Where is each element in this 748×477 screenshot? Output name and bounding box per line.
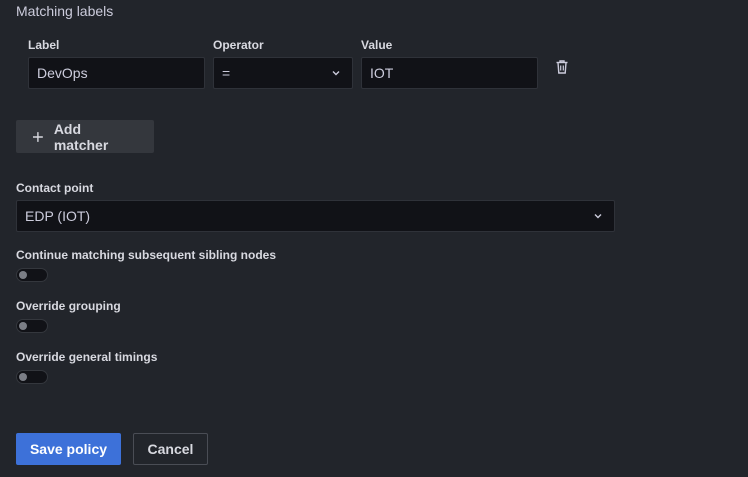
add-matcher-button[interactable]: Add matcher <box>16 120 154 153</box>
matcher-label-input[interactable]: DevOps <box>28 57 205 89</box>
save-policy-label: Save policy <box>29 441 108 457</box>
add-matcher-label: Add matcher <box>53 120 109 153</box>
contact-point-value: EDP (IOT) <box>25 208 91 224</box>
delete-matcher-button[interactable] <box>555 59 569 80</box>
section-title-matching-labels: Matching labels <box>16 3 114 19</box>
continue-matching-toggle[interactable] <box>16 268 48 282</box>
toggle-label-continue-matching: Continue matching subsequent sibling nod… <box>16 248 277 262</box>
contact-point-select[interactable]: EDP (IOT) <box>16 200 615 232</box>
cancel-button[interactable]: Cancel <box>133 433 208 465</box>
cancel-label: Cancel <box>147 441 194 457</box>
toggle-label-override-grouping: Override grouping <box>16 299 121 313</box>
matcher-label-text: DevOps <box>37 65 88 81</box>
column-label-operator: Operator <box>213 38 264 52</box>
save-policy-button[interactable]: Save policy <box>16 433 121 465</box>
matcher-operator-select[interactable]: = <box>213 57 353 89</box>
chevron-down-icon <box>594 214 602 219</box>
column-label-label: Label <box>28 38 60 52</box>
matcher-value-text: IOT <box>370 65 394 81</box>
chevron-down-icon <box>332 71 340 76</box>
trash-icon <box>556 60 568 74</box>
plus-icon <box>32 131 43 142</box>
toggle-knob <box>19 322 27 330</box>
contact-point-label: Contact point <box>16 181 94 195</box>
toggle-label-override-timings: Override general timings <box>16 350 158 364</box>
matcher-operator-text: = <box>222 65 231 81</box>
toggle-knob <box>19 271 27 279</box>
toggle-knob <box>19 373 27 381</box>
matcher-value-input[interactable]: IOT <box>361 57 538 89</box>
column-label-value: Value <box>361 38 393 52</box>
override-timings-toggle[interactable] <box>16 370 48 384</box>
override-grouping-toggle[interactable] <box>16 319 48 333</box>
